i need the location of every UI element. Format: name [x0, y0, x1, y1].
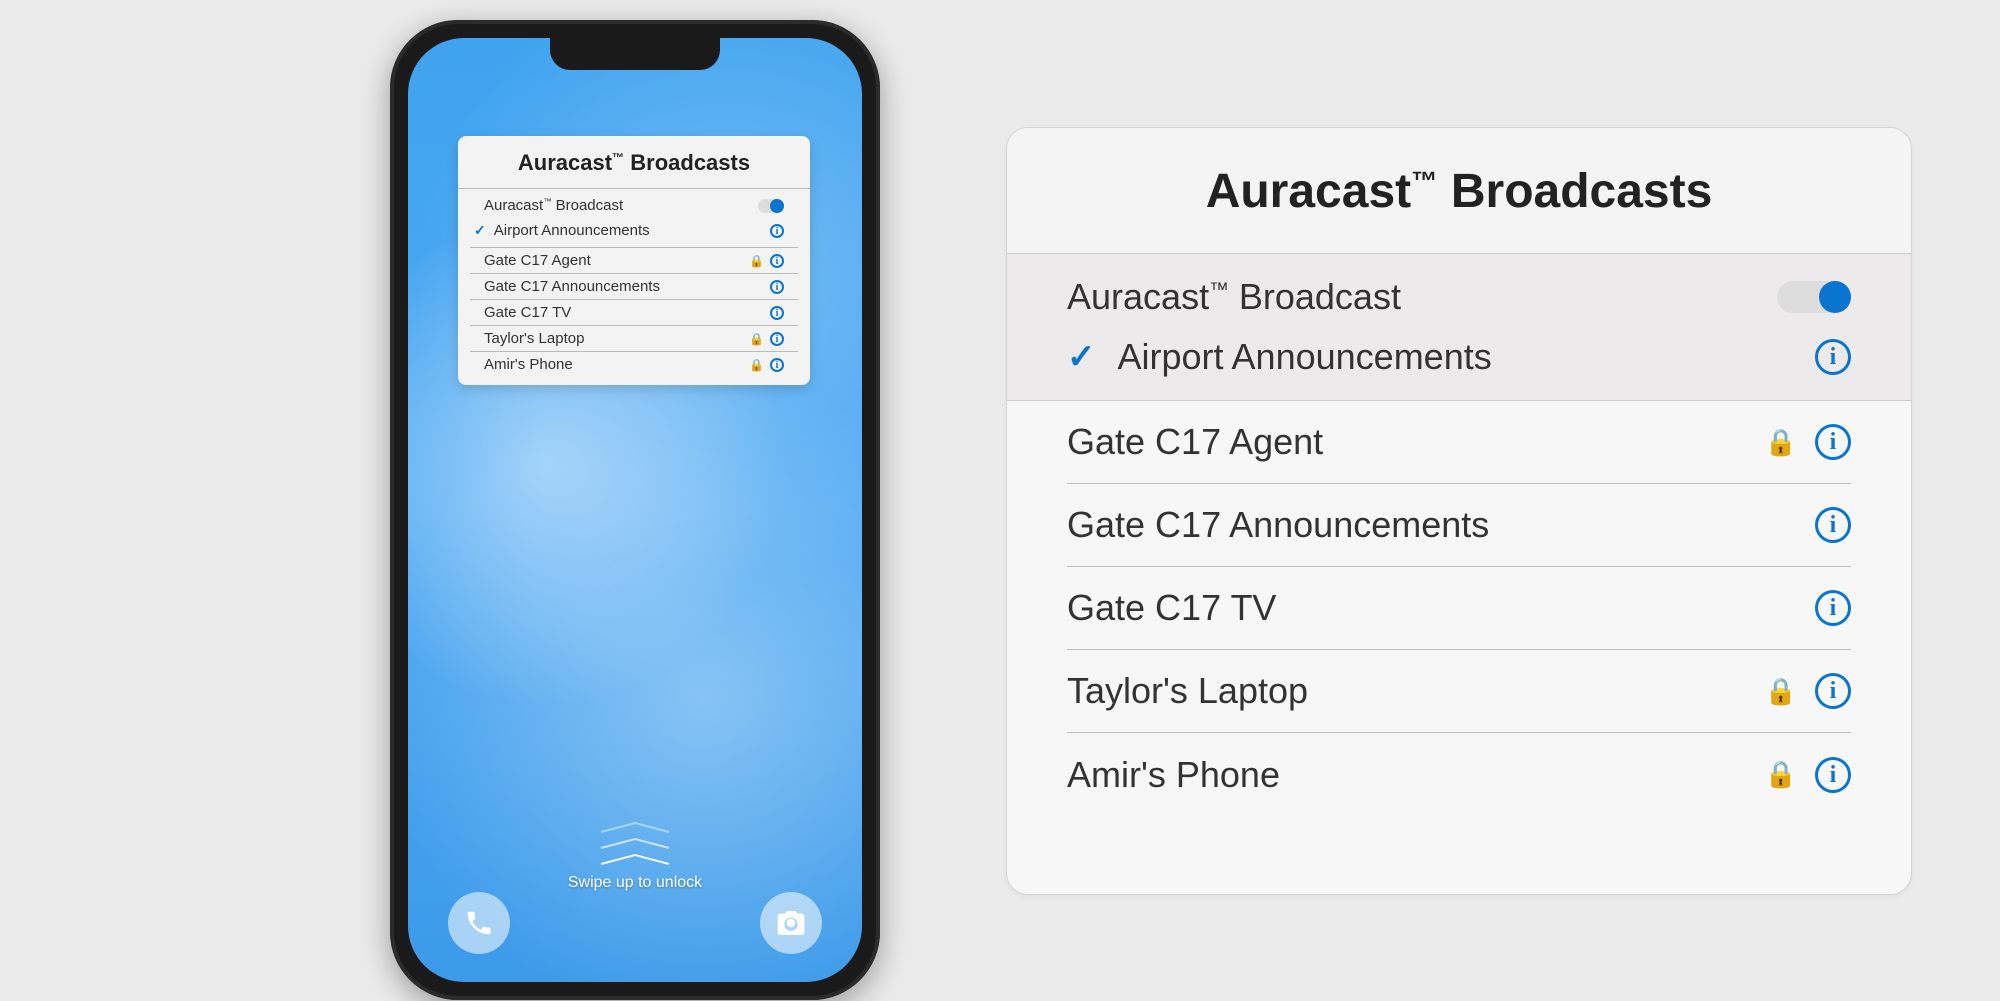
panel-header-section: Auracast™ Broadcast ✓ Airport Announceme… — [1007, 254, 1911, 401]
broadcast-item[interactable]: Gate C17 TV i — [470, 300, 798, 326]
camera-icon — [775, 907, 807, 939]
selected-broadcast-label: Airport Announcements — [494, 222, 650, 239]
broadcast-item-label: Amir's Phone — [1067, 754, 1280, 796]
card-title: Auracast™ Broadcasts — [458, 136, 810, 189]
info-icon[interactable]: i — [770, 280, 784, 294]
lock-icon: 🔒 — [1765, 427, 1797, 458]
broadcast-item[interactable]: Gate C17 Announcements i — [1067, 484, 1851, 567]
info-icon[interactable]: i — [1815, 424, 1851, 460]
info-icon[interactable]: i — [770, 358, 784, 372]
lock-icon: 🔒 — [1765, 676, 1797, 707]
phone-screen: Auracast™ Broadcasts Auracast™ Broadcast… — [408, 38, 862, 982]
lock-icon: 🔒 — [749, 358, 764, 372]
broadcast-item[interactable]: Gate C17 Agent 🔒 i — [470, 248, 798, 274]
broadcast-toggle-label: Auracast™ Broadcast — [484, 197, 623, 214]
broadcast-item-label: Gate C17 TV — [1067, 587, 1276, 629]
lock-icon: 🔒 — [1765, 759, 1797, 790]
broadcast-item[interactable]: Gate C17 Agent 🔒 i — [1067, 401, 1851, 484]
swipe-up-hint[interactable]: Swipe up to unlock — [408, 820, 862, 892]
info-icon[interactable]: i — [770, 224, 784, 238]
broadcasts-panel: Auracast™ Broadcasts Auracast™ Broadcast… — [1006, 127, 1912, 895]
info-icon[interactable]: i — [1815, 339, 1851, 375]
broadcast-toggle[interactable] — [758, 199, 784, 213]
selected-broadcast-row[interactable]: ✓ Airport Announcements i — [1067, 336, 1851, 378]
phone-mockup: Auracast™ Broadcasts Auracast™ Broadcast… — [390, 20, 880, 1000]
broadcast-item-label: Gate C17 TV — [484, 304, 571, 321]
chevron-up-icon — [408, 820, 862, 866]
broadcast-item-label: Gate C17 Agent — [1067, 421, 1323, 463]
broadcast-item[interactable]: Amir's Phone 🔒 i — [470, 352, 798, 377]
lock-icon: 🔒 — [749, 332, 764, 346]
broadcast-item-label: Gate C17 Announcements — [1067, 504, 1489, 546]
broadcasts-card-small: Auracast™ Broadcasts Auracast™ Broadcast… — [458, 136, 810, 385]
check-icon: ✓ — [474, 222, 486, 239]
swipe-hint-label: Swipe up to unlock — [408, 874, 862, 892]
broadcast-item[interactable]: Gate C17 TV i — [1067, 567, 1851, 650]
info-icon[interactable]: i — [1815, 507, 1851, 543]
check-icon: ✓ — [1067, 337, 1096, 377]
broadcast-item[interactable]: Gate C17 Announcements i — [470, 274, 798, 300]
broadcast-toggle-label: Auracast™ Broadcast — [1067, 276, 1401, 318]
phone-notch — [550, 38, 720, 70]
broadcast-item-label: Amir's Phone — [484, 356, 573, 373]
info-icon[interactable]: i — [770, 332, 784, 346]
info-icon[interactable]: i — [1815, 757, 1851, 793]
broadcast-item-label: Gate C17 Agent — [484, 252, 591, 269]
selected-broadcast-row[interactable]: ✓ Airport Announcements i — [470, 218, 798, 248]
broadcast-item-label: Gate C17 Announcements — [484, 278, 660, 295]
broadcast-toggle-row[interactable]: Auracast™ Broadcast — [470, 189, 798, 218]
lock-icon: 🔒 — [749, 254, 764, 268]
broadcast-item[interactable]: Taylor's Laptop 🔒 i — [470, 326, 798, 352]
phone-shortcut-button[interactable] — [448, 892, 510, 954]
info-icon[interactable]: i — [770, 306, 784, 320]
info-icon[interactable]: i — [1815, 590, 1851, 626]
phone-icon — [464, 908, 494, 938]
broadcast-item[interactable]: Amir's Phone 🔒 i — [1067, 733, 1851, 816]
broadcast-item-label: Taylor's Laptop — [484, 330, 584, 347]
broadcast-toggle-row[interactable]: Auracast™ Broadcast — [1067, 276, 1851, 318]
broadcast-item-label: Taylor's Laptop — [1067, 670, 1308, 712]
selected-broadcast-label: Airport Announcements — [1118, 336, 1492, 378]
panel-title: Auracast™ Broadcasts — [1007, 128, 1911, 254]
broadcast-item[interactable]: Taylor's Laptop 🔒 i — [1067, 650, 1851, 733]
info-icon[interactable]: i — [770, 254, 784, 268]
camera-shortcut-button[interactable] — [760, 892, 822, 954]
info-icon[interactable]: i — [1815, 673, 1851, 709]
broadcast-toggle[interactable] — [1777, 281, 1851, 313]
